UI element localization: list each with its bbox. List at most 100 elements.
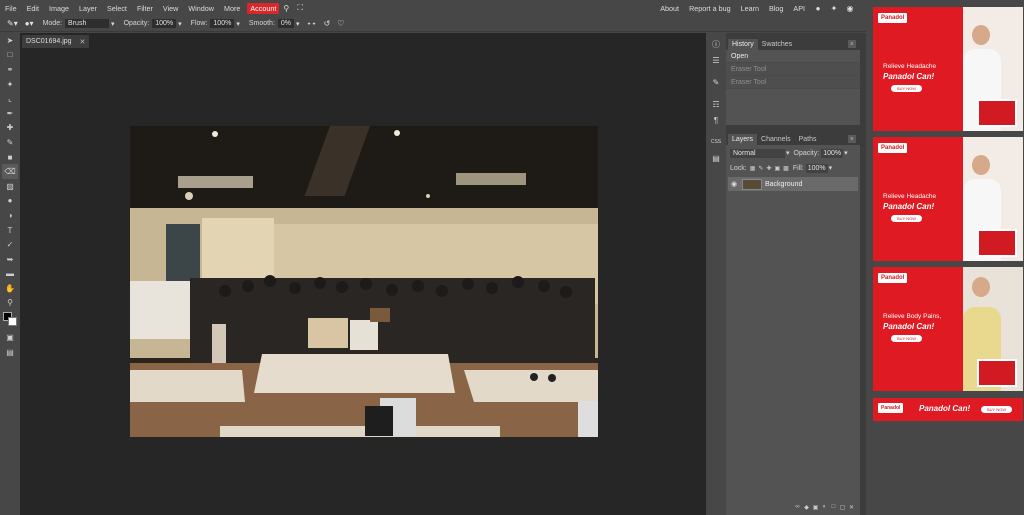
hand-tool-icon[interactable]: ✋ xyxy=(2,281,18,296)
screen-mode-icon[interactable]: ▤ xyxy=(2,345,18,360)
lock-transparency-icon[interactable]: ▦ xyxy=(750,165,756,172)
marquee-tool-icon[interactable]: □ xyxy=(2,48,18,63)
opacity-input[interactable]: 100% xyxy=(152,19,177,28)
chevron-down-icon[interactable]: ▾ xyxy=(111,20,115,28)
link-about[interactable]: About xyxy=(655,4,684,13)
healing-tool-icon[interactable]: ✚ xyxy=(2,121,18,136)
canvas-image[interactable] xyxy=(130,126,598,437)
menu-select[interactable]: Select xyxy=(102,4,132,13)
adjustment-layer-icon[interactable]: ◐ xyxy=(820,504,829,510)
lock-position-icon[interactable]: ✚ xyxy=(766,165,771,172)
ad-buy-now-button[interactable]: BUY NOW xyxy=(981,406,1013,413)
crop-tool-icon[interactable]: ⌞ xyxy=(2,91,18,106)
link-report-bug[interactable]: Report a bug xyxy=(684,4,736,13)
layer-mask-icon[interactable]: ▣ xyxy=(811,504,820,511)
menu-more[interactable]: More xyxy=(219,4,245,13)
lock-artboard-icon[interactable]: ▣ xyxy=(774,165,780,172)
lock-all-icon[interactable]: ▩ xyxy=(783,165,789,172)
properties-icon[interactable]: ☰ xyxy=(708,53,724,67)
menu-file[interactable]: File xyxy=(0,4,22,13)
fullscreen-icon[interactable]: ⛶ xyxy=(293,3,307,13)
visibility-eye-icon[interactable]: ◉ xyxy=(728,180,740,188)
blend-mode-select[interactable]: Normal xyxy=(730,148,785,158)
chevron-down-icon[interactable]: ▾ xyxy=(844,149,848,157)
new-group-icon[interactable]: □ xyxy=(829,504,838,510)
tab-channels[interactable]: Channels xyxy=(757,134,795,145)
move-tool-icon[interactable]: ➤ xyxy=(2,33,18,48)
history-item[interactable]: Eraser Tool xyxy=(726,76,860,89)
smooth-input[interactable]: 0% xyxy=(277,19,295,28)
brush-settings-icon[interactable]: ✎ xyxy=(708,75,724,89)
menu-image[interactable]: Image xyxy=(44,4,74,13)
link-api[interactable]: API xyxy=(788,4,810,13)
background-color-swatch[interactable] xyxy=(8,317,17,327)
path-select-tool-icon[interactable]: ➥ xyxy=(2,252,18,267)
ad-buy-now-button[interactable]: BUY NOW xyxy=(891,85,923,92)
magic-wand-tool-icon[interactable]: ✦ xyxy=(2,77,18,92)
type-tool-icon[interactable]: T xyxy=(2,223,18,238)
link-blog[interactable]: Blog xyxy=(764,4,788,13)
paragraph-icon[interactable]: ¶ xyxy=(708,113,724,127)
blur-tool-icon[interactable]: ● xyxy=(2,194,18,209)
chevron-down-icon[interactable]: ▾ xyxy=(786,149,790,157)
panel-menu-icon[interactable]: ≡ xyxy=(848,40,856,48)
eraser-preset-icon[interactable]: ✎▾ xyxy=(7,19,18,28)
ad-buy-now-button[interactable]: BUY NOW xyxy=(891,335,923,342)
image-icon[interactable]: ▤ xyxy=(708,151,724,165)
chevron-down-icon[interactable]: ▾ xyxy=(296,20,300,28)
tab-layers[interactable]: Layers xyxy=(728,134,758,145)
chevron-down-icon[interactable]: ▾ xyxy=(178,20,182,28)
eraser-tool-icon[interactable]: ⌫ xyxy=(2,164,18,179)
ad-banner[interactable]: Panadol Relieve Body Pains, Panadol Can!… xyxy=(873,267,1023,391)
document-tab[interactable]: DSC01694.jpg ✕ xyxy=(22,35,90,48)
panel-menu-icon[interactable]: ≡ xyxy=(848,135,856,143)
layer-effects-icon[interactable]: ◆ xyxy=(802,504,811,511)
link-layers-icon[interactable]: ∞ xyxy=(793,504,802,510)
eyedropper-tool-icon[interactable]: ✒ xyxy=(2,106,18,121)
ad-buy-now-button[interactable]: BUY NOW xyxy=(891,215,923,222)
menu-layer[interactable]: Layer xyxy=(74,4,102,13)
chevron-down-icon[interactable]: ▾ xyxy=(236,20,240,28)
shape-tool-icon[interactable]: ▬ xyxy=(2,267,18,282)
css-icon[interactable]: CSS xyxy=(708,135,724,149)
history-item[interactable]: Eraser Tool xyxy=(726,63,860,76)
new-layer-icon[interactable]: ▢ xyxy=(838,504,847,511)
gradient-tool-icon[interactable]: ▧ xyxy=(2,179,18,194)
delete-layer-icon[interactable]: ✕ xyxy=(847,504,856,511)
zoom-tool-icon[interactable]: ⚲ xyxy=(2,296,18,311)
dodge-tool-icon[interactable]: ◑ xyxy=(2,208,18,223)
brush-tool-icon[interactable]: ✎ xyxy=(2,135,18,150)
character-icon[interactable]: ☶ xyxy=(708,97,724,111)
account-button[interactable]: Account xyxy=(247,2,280,14)
history-brush-icon[interactable]: ↺ xyxy=(324,19,331,28)
flow-input[interactable]: 100% xyxy=(210,19,235,28)
clone-stamp-tool-icon[interactable]: ■ xyxy=(2,150,18,165)
ad-banner[interactable]: Panadol Panadol Can! BUY NOW xyxy=(873,398,1023,421)
mode-select[interactable]: Brush xyxy=(65,19,110,28)
lasso-tool-icon[interactable]: ⚭ xyxy=(2,62,18,77)
ad-banner[interactable]: Panadol Relieve Headache Panadol Can! BU… xyxy=(873,7,1023,131)
info-icon[interactable]: ⓘ xyxy=(708,37,724,51)
pressure-icon[interactable]: ⋆⋆ xyxy=(307,19,317,28)
history-item[interactable]: Open xyxy=(726,50,860,63)
twitter-icon[interactable]: ✦ xyxy=(826,4,842,13)
erase-to-history-icon[interactable]: ♡ xyxy=(337,19,344,28)
layer-row[interactable]: ◉ Background xyxy=(728,177,858,191)
tab-paths[interactable]: Paths xyxy=(795,134,821,145)
close-icon[interactable]: ✕ xyxy=(80,38,86,46)
quick-mask-icon[interactable]: ▣ xyxy=(2,330,18,345)
menu-view[interactable]: View xyxy=(158,4,183,13)
layer-opacity-input[interactable]: 100% xyxy=(821,148,844,158)
menu-filter[interactable]: Filter xyxy=(132,4,158,13)
chevron-down-icon[interactable]: ▾ xyxy=(829,164,833,172)
ad-banner[interactable]: Panadol Relieve Headache Panadol Can! BU… xyxy=(873,137,1023,261)
menu-edit[interactable]: Edit xyxy=(22,4,44,13)
brush-size-icon[interactable]: ●▾ xyxy=(25,19,34,28)
lock-pixels-icon[interactable]: ✎ xyxy=(758,165,763,172)
menu-window[interactable]: Window xyxy=(183,4,219,13)
search-icon[interactable]: ⚲ xyxy=(279,4,293,13)
pen-tool-icon[interactable]: ✓ xyxy=(2,237,18,252)
tab-history[interactable]: History xyxy=(728,39,758,50)
facebook-icon[interactable]: ◉ xyxy=(842,4,858,13)
tab-swatches[interactable]: Swatches xyxy=(758,39,796,50)
